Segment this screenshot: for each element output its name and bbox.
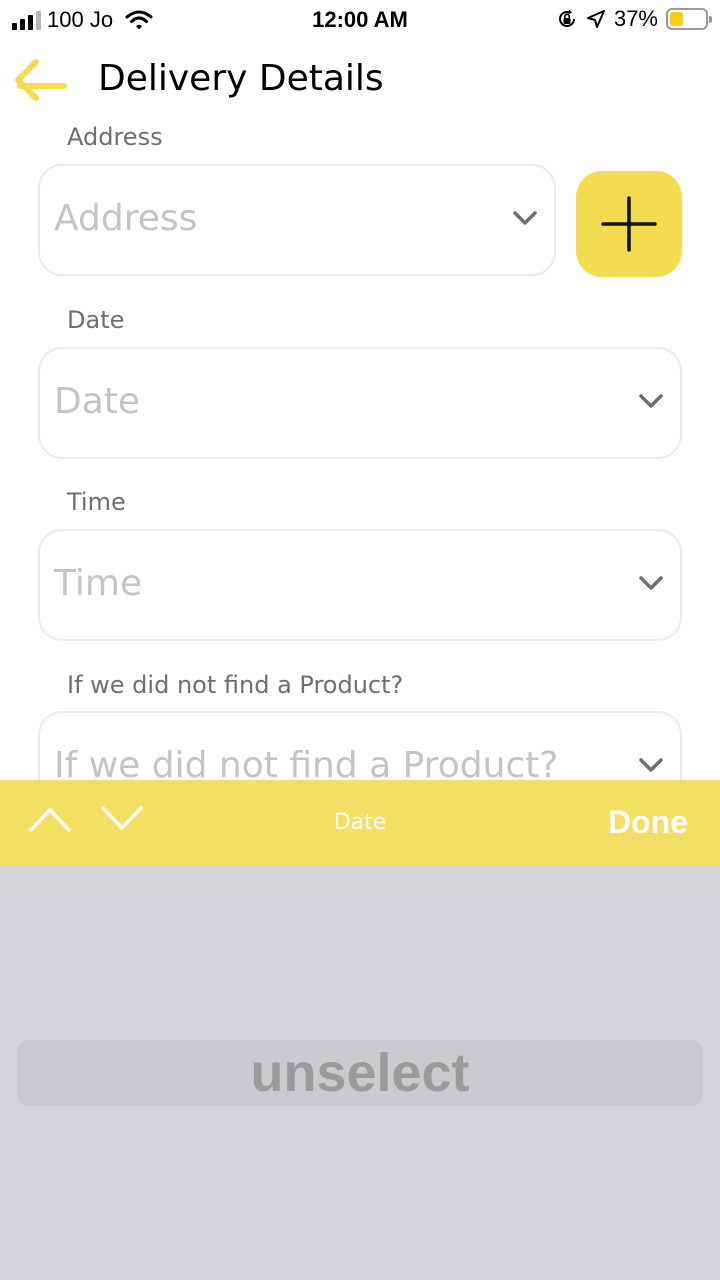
status-bar: 100 Jo 12:00 AM 37%: [0, 0, 720, 40]
picker-option: unselect: [250, 1043, 470, 1103]
add-address-button[interactable]: [576, 171, 682, 277]
plus-icon: [601, 196, 657, 252]
arrow-left-icon: [15, 59, 67, 101]
back-button[interactable]: [12, 56, 68, 104]
chevron-down-icon: [513, 211, 537, 225]
battery-icon: [666, 8, 712, 30]
chevron-down-icon: [639, 394, 663, 408]
picker-wheel[interactable]: unselect: [0, 866, 720, 1280]
done-button[interactable]: Done: [608, 804, 688, 841]
picker-toolbar: Date Done: [0, 780, 720, 866]
page-title: Delivery Details: [98, 58, 384, 99]
chevron-down-icon: [639, 758, 663, 772]
address-select[interactable]: Address: [38, 164, 556, 276]
date-select[interactable]: Date: [38, 347, 682, 459]
orientation-lock-icon: [558, 9, 575, 27]
battery-level: [670, 12, 683, 26]
battery-percent: 37%: [613, 6, 658, 31]
picker-selected-row[interactable]: unselect: [17, 1040, 703, 1106]
not-found-label: If we did not find a Product?: [67, 671, 404, 699]
date-label: Date: [67, 306, 125, 334]
address-placeholder: Address: [54, 198, 198, 239]
status-right: 37%: [556, 6, 712, 32]
chevron-down-icon: [639, 576, 663, 590]
time-placeholder: Time: [54, 563, 143, 604]
time-label: Time: [67, 488, 126, 516]
time-select[interactable]: Time: [38, 529, 682, 641]
address-label: Address: [67, 123, 163, 151]
date-placeholder: Date: [54, 381, 141, 422]
app-header: Delivery Details: [0, 50, 720, 110]
location-arrow-icon: [586, 10, 605, 28]
